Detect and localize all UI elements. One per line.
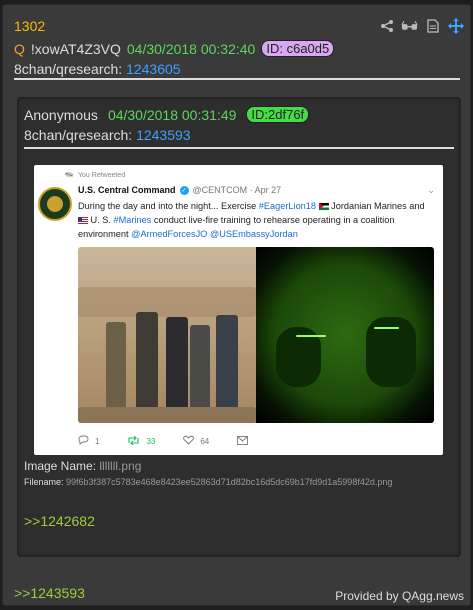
post-date: 04/30/2018 00:32:40: [126, 40, 256, 57]
divider: [14, 78, 460, 80]
quoted-post: Anonymous 04/30/2018 00:31:49 ID:2df76f …: [17, 97, 461, 557]
board-label: 8chan/qresearch:: [14, 61, 123, 77]
tweet-text: During the day and into the night... Exe…: [78, 199, 436, 241]
reply-count: 1: [95, 436, 100, 446]
tweet-retweet-action: 33: [127, 435, 156, 447]
filename-value[interactable]: 99f6b3f387c5783e468e8423ee52863d71d82bc1…: [66, 477, 392, 487]
tweet-reply-action: 1: [78, 435, 99, 447]
quoted-author: Anonymous: [24, 106, 98, 123]
move-icon[interactable]: [447, 17, 464, 34]
retweet-icon: [64, 171, 74, 180]
chevron-down-icon: ⌄: [427, 185, 435, 195]
quoted-reply-link[interactable]: >>1242682: [24, 513, 95, 529]
quoted-board-label: 8chan/qresearch:: [24, 127, 133, 143]
q-marker: Q: [14, 40, 25, 57]
centcom-seal-avatar: [38, 187, 72, 221]
tweet-text-part: During the day and into the night... Exe…: [78, 201, 259, 211]
poster-id-badge[interactable]: ID: c6a0d5: [261, 40, 335, 57]
post-number[interactable]: 1302: [14, 18, 45, 34]
filename-row: Filename: 99f6b3f387c5783e468e8423ee5286…: [24, 477, 392, 487]
post-link[interactable]: 1243605: [126, 61, 181, 77]
reply-icon: [78, 435, 89, 447]
heart-icon: [183, 435, 195, 447]
image-name-label: Image Name:: [24, 459, 97, 473]
tweet-image[interactable]: You Retweeted U.S. Central Command ✓ @CE…: [34, 165, 443, 455]
reply-link[interactable]: >>1243593: [14, 585, 85, 601]
mention: @USEmbassyJordan: [209, 229, 298, 239]
image-name-row: Image Name: lllllll.png: [24, 459, 141, 473]
quoted-source: 8chan/qresearch: 1243593: [24, 127, 191, 143]
retweet-indicator: You Retweeted: [64, 171, 125, 180]
post-header: Q !xowAT4Z3VQ 04/30/2018 00:32:40 ID: c6…: [14, 40, 335, 57]
credit-text[interactable]: Provided by QAgg.news: [335, 589, 464, 603]
filename-label: Filename:: [24, 477, 64, 487]
tweet-text-part: U. S.: [88, 215, 114, 225]
quoted-date: 04/30/2018 00:31:49: [107, 106, 237, 123]
tweet-handle-date: @CENTCOM · Apr 27: [192, 185, 282, 195]
retweet-icon: [127, 435, 140, 447]
tweet-like-action: 64: [183, 435, 209, 447]
quoted-divider: [24, 147, 454, 149]
hashtag: #EagerLion18: [258, 201, 317, 211]
glasses-icon[interactable]: [401, 17, 418, 34]
daytime-training-photo: [78, 247, 256, 423]
hashtag: #Marines: [113, 215, 152, 225]
image-name-value[interactable]: lllllll.png: [99, 459, 141, 473]
tweet-photos: [78, 247, 434, 423]
like-count: 64: [200, 436, 210, 446]
us-flag-icon: [78, 217, 88, 225]
tripcode: !xowAT4Z3VQ: [30, 40, 121, 57]
document-icon[interactable]: [424, 17, 441, 34]
quoted-header: Anonymous 04/30/2018 00:31:49 ID:2df76f: [24, 106, 310, 123]
tweet-actions: 1 33 64: [78, 435, 249, 447]
night-vision-training-photo: [256, 247, 434, 423]
envelope-icon: [237, 435, 249, 447]
post-toolbar: [378, 17, 464, 34]
tweet-message-action: [237, 435, 249, 447]
tweet-text-part: Jordanian Marines and: [328, 201, 425, 211]
quoted-post-link[interactable]: 1243593: [136, 127, 191, 143]
tweet-header: U.S. Central Command ✓ @CENTCOM · Apr 27: [78, 185, 281, 195]
post-source: 8chan/qresearch: 1243605: [14, 61, 181, 77]
mention: @ArmedForcesJO: [131, 229, 208, 239]
retweet-count: 33: [146, 436, 156, 446]
retweet-label: You Retweeted: [78, 172, 126, 179]
share-icon[interactable]: [378, 17, 395, 34]
post-card: 1302 Q !xowAT4Z3VQ 04/30/2018 00:32:40 I…: [2, 4, 471, 606]
jordan-flag-icon: [318, 203, 329, 211]
verified-icon: ✓: [179, 185, 189, 195]
tweet-author: U.S. Central Command: [78, 185, 176, 195]
quoted-id-badge[interactable]: ID:2df76f: [246, 106, 310, 123]
